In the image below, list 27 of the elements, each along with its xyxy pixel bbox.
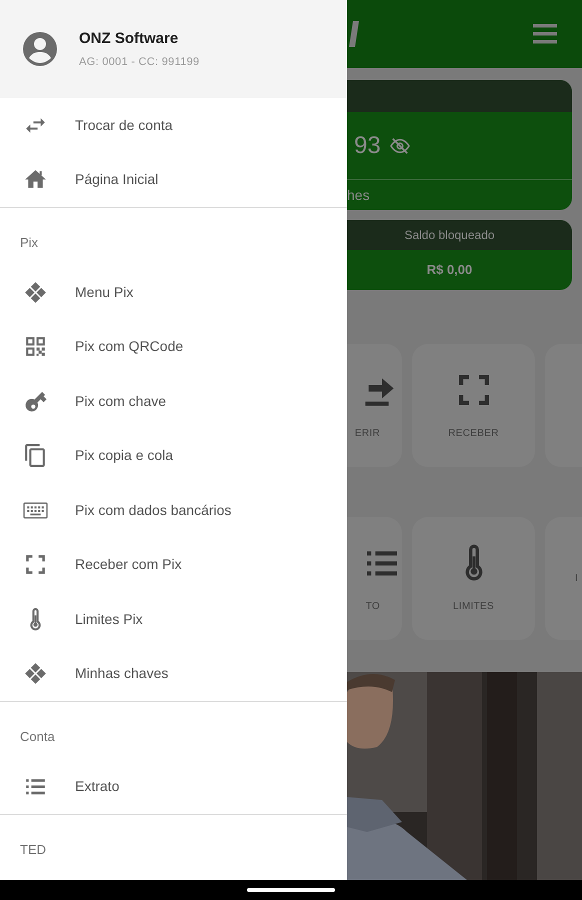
menu-item[interactable]: Menu Pix (0, 265, 347, 320)
eye-slash-icon[interactable] (388, 136, 411, 154)
menu-item[interactable]: Página Inicial (0, 152, 347, 207)
menu-item[interactable]: Extrato (0, 759, 347, 814)
blocked-balance-label: Saldo bloqueado (404, 227, 495, 244)
account-name: ONZ Software (79, 28, 180, 48)
menu-item[interactable]: Pix com dados bancários (0, 483, 347, 538)
menu-item[interactable]: Pix copia e cola (0, 428, 347, 483)
account-info: AG: 0001 - CC: 991199 (79, 55, 200, 70)
diamond-icon (23, 280, 48, 305)
section-heading: Pix (20, 235, 38, 250)
section-heading: TED (20, 842, 46, 856)
menu-item[interactable]: Limites Pix (0, 592, 347, 646)
home-handle[interactable] (247, 888, 335, 892)
menu-item[interactable]: Trocar de conta (0, 98, 347, 152)
menu-item[interactable]: Pix com chave (0, 374, 347, 428)
copy-icon (23, 443, 48, 468)
menu-item[interactable]: Receber com Pix (0, 538, 347, 592)
avatar-icon (22, 31, 58, 67)
menu-icon[interactable] (533, 23, 557, 45)
menu-item[interactable]: Minhas chaves (0, 646, 347, 701)
blocked-balance-value: R$ 0,00 (426, 261, 472, 280)
diamond-icon (23, 661, 48, 686)
account-header[interactable]: ONZ Software AG: 0001 - CC: 991199 (0, 0, 347, 98)
balance-value: 93 (354, 130, 381, 160)
menu-item[interactable]: Pix com QRCode (0, 320, 347, 374)
section-heading: Conta (20, 729, 55, 744)
